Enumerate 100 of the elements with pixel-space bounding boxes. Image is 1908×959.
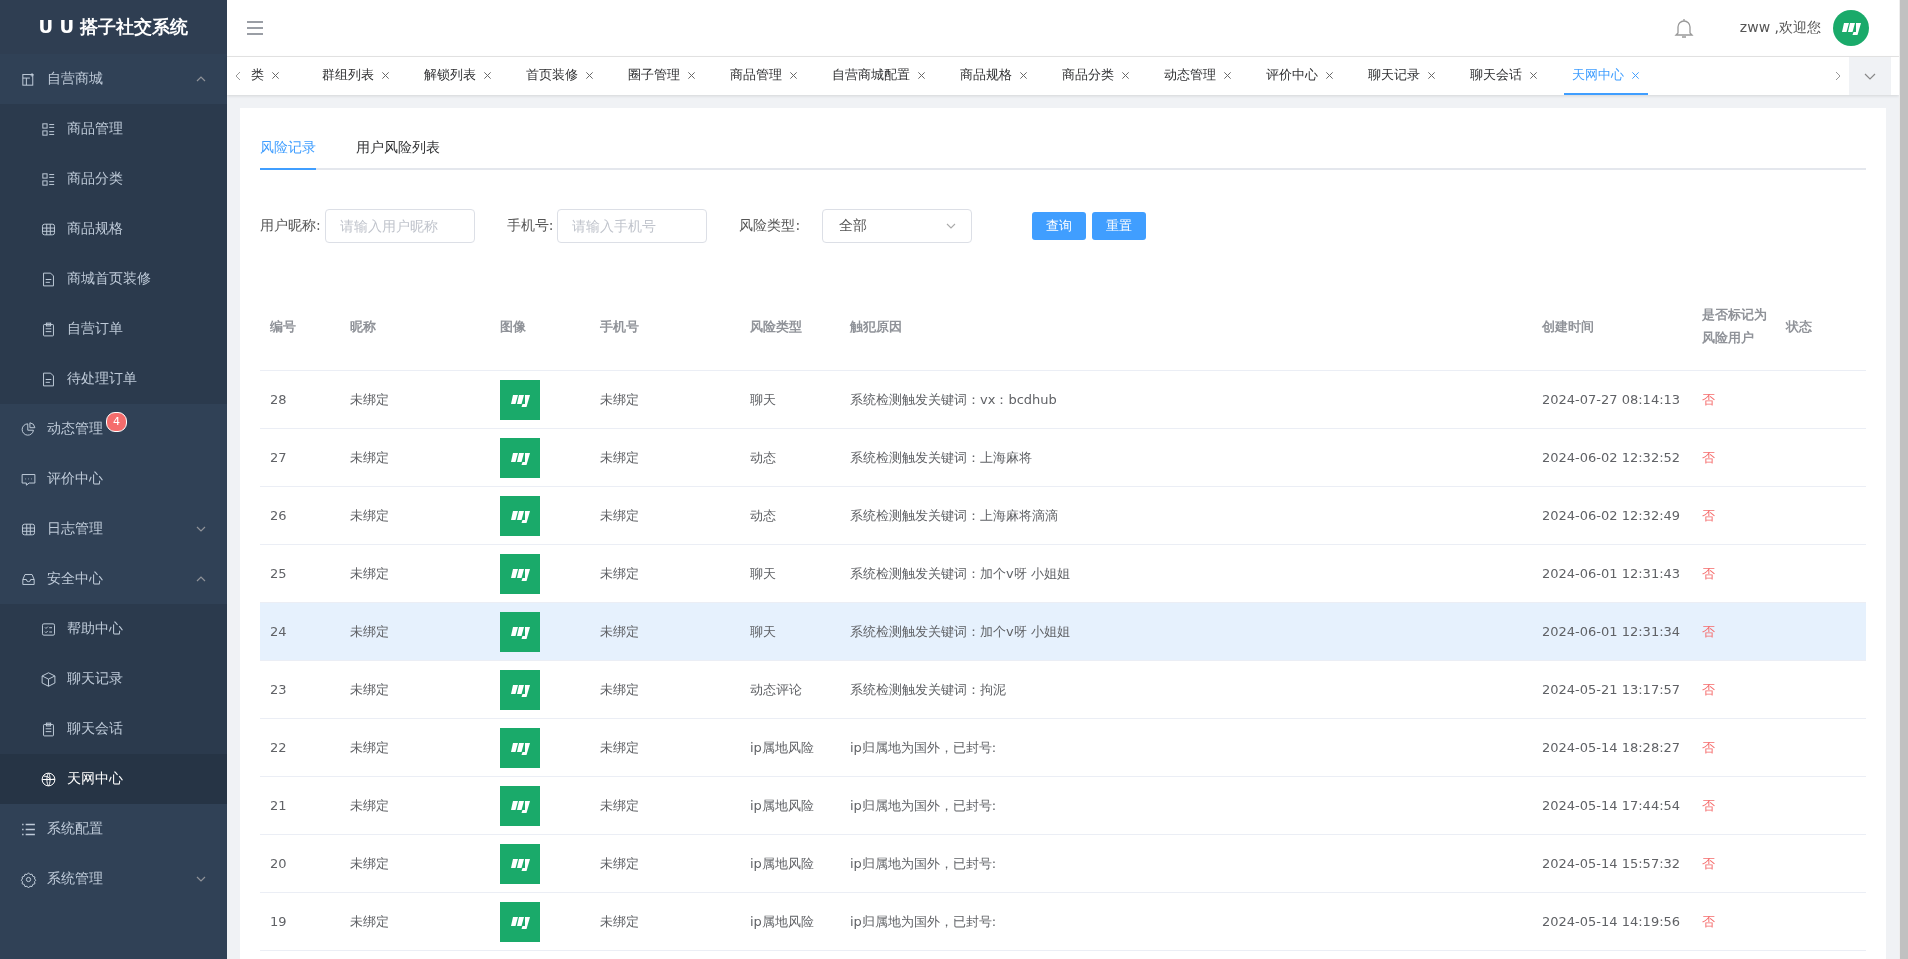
- column-header: 触犯原因: [849, 317, 903, 336]
- select-field[interactable]: 全部: [822, 209, 973, 243]
- table-cell: 未绑定: [600, 913, 639, 929]
- menu-icon[interactable]: [245, 18, 265, 38]
- globe-icon: [40, 770, 57, 788]
- column-header: 创建时间: [1541, 317, 1595, 336]
- sidebar-item[interactable]: 系统配置: [0, 804, 227, 854]
- column-header: 状态: [1784, 317, 1813, 336]
- table-cell: 2024-06-01 12:31:43: [1542, 566, 1681, 581]
- table-cell: 系统检测触发关键词：上海麻将: [850, 449, 1032, 465]
- close-icon[interactable]: [1529, 70, 1538, 80]
- table-cell: 系统检测触发关键词：加个v呀 小姐姐: [850, 623, 1070, 639]
- sidebar-subitem[interactable]: 聊天记录: [0, 654, 227, 704]
- cube-icon: [40, 670, 57, 688]
- welcome-text: zww ,欢迎您: [1739, 19, 1821, 37]
- page-tab[interactable]: 聊天会话: [1462, 57, 1546, 95]
- sidebar-item[interactable]: 安全中心: [0, 554, 227, 604]
- avatar-icon: [500, 379, 540, 420]
- table-cell: 否: [1702, 855, 1715, 871]
- sidebar-subitem[interactable]: 天网中心: [0, 754, 227, 804]
- input-field[interactable]: 请输入手机号: [557, 209, 708, 243]
- table-cell: 未绑定: [600, 449, 639, 465]
- table-cell: 否: [1702, 507, 1715, 523]
- tab[interactable]: 用户风险列表: [356, 128, 440, 170]
- sidebar-subitem[interactable]: 自营订单: [0, 304, 227, 354]
- avatar-icon: [500, 669, 540, 710]
- avatar-icon: [500, 843, 540, 884]
- app-title: U U 搭子社交系统: [0, 0, 227, 54]
- close-icon[interactable]: [1427, 70, 1436, 80]
- table-cell: 未绑定: [600, 565, 639, 581]
- table-cell: ip属地风险: [750, 855, 814, 871]
- table-cell: ip属地风险: [750, 739, 814, 755]
- sidebar-item[interactable]: 评价中心: [0, 454, 227, 504]
- sidebar-subitem[interactable]: 商品管理: [0, 104, 227, 154]
- pie-chart-icon: [20, 420, 37, 438]
- sidebar-subitem[interactable]: 商品分类: [0, 154, 227, 204]
- sidebar-subitem[interactable]: 帮助中心: [0, 604, 227, 654]
- table-cell: 聊天: [750, 391, 776, 407]
- table-cell: ip属地风险: [750, 797, 814, 813]
- avatar-icon: [500, 727, 540, 768]
- close-icon[interactable]: [917, 70, 926, 80]
- page-tab[interactable]: 评价中心: [1258, 57, 1342, 95]
- avatar-icon: [500, 437, 540, 478]
- column-header: 图像: [499, 317, 527, 336]
- count-badge: 4: [106, 412, 127, 432]
- table-cell: ip归属地为国外，已封号:: [850, 855, 997, 871]
- page-tab[interactable]: 类: [249, 57, 288, 95]
- input-field[interactable]: 请输入用户昵称: [324, 209, 475, 243]
- sidebar-subitem[interactable]: 聊天会话: [0, 704, 227, 754]
- sidebar-subitem[interactable]: 待处理订单: [0, 354, 227, 404]
- filter-label: 用户昵称:: [260, 217, 321, 235]
- table-cell: 19: [270, 914, 287, 929]
- page-tab[interactable]: 动态管理: [1156, 57, 1240, 95]
- close-icon[interactable]: [1121, 70, 1130, 80]
- page-tab[interactable]: 聊天记录: [1360, 57, 1444, 95]
- close-icon[interactable]: [1223, 70, 1232, 80]
- close-icon[interactable]: [271, 70, 280, 80]
- sidebar-item[interactable]: 系统管理: [0, 854, 227, 904]
- table-cell: 未绑定: [350, 449, 389, 465]
- sidebar-item[interactable]: 日志管理: [0, 504, 227, 554]
- filter-label: 风险类型:: [739, 217, 801, 235]
- close-icon[interactable]: [1325, 70, 1334, 80]
- table-cell: 未绑定: [350, 797, 389, 813]
- sidebar-item[interactable]: 自营商城: [0, 54, 227, 104]
- page-tab[interactable]: 商品规格: [952, 57, 1036, 95]
- avatar-icon: [500, 495, 540, 536]
- page-tab[interactable]: 自营商城配置: [824, 57, 934, 95]
- page-tab[interactable]: 商品分类: [1054, 57, 1138, 95]
- table-cell: ip归属地为国外，已封号:: [850, 797, 997, 813]
- table-cell: 2024-05-14 17:44:54: [1542, 798, 1681, 813]
- page-tab[interactable]: 圈子管理: [620, 57, 704, 95]
- store-icon: [20, 70, 37, 88]
- close-icon[interactable]: [687, 70, 696, 80]
- close-icon[interactable]: [1631, 70, 1640, 80]
- table-cell: 2024-06-01 12:31:34: [1542, 624, 1681, 639]
- scroll-left-icon[interactable]: [233, 71, 243, 81]
- close-icon[interactable]: [483, 70, 492, 80]
- page-tab[interactable]: 首页装修: [518, 57, 602, 95]
- sidebar-subitem[interactable]: 商品规格: [0, 204, 227, 254]
- column-header: 风险类型: [749, 317, 803, 336]
- page-tab[interactable]: 群组列表: [314, 57, 398, 95]
- table-cell: 否: [1702, 739, 1715, 755]
- table-cell: 22: [270, 740, 287, 755]
- sidebar-item[interactable]: 动态管理 4: [0, 404, 227, 454]
- document-icon: [40, 370, 57, 388]
- table-cell: 系统检测触发关键词：上海麻将滴滴: [850, 507, 1058, 523]
- sidebar-subitem[interactable]: 商城首页装修: [0, 254, 227, 304]
- page-tab[interactable]: 商品管理: [722, 57, 806, 95]
- table-cell: 未绑定: [350, 565, 389, 581]
- avatar-icon: [500, 553, 540, 594]
- table-cell: 未绑定: [600, 739, 639, 755]
- avatar-icon[interactable]: [1833, 10, 1869, 46]
- table-cell: 否: [1702, 623, 1715, 639]
- close-icon[interactable]: [1019, 70, 1028, 80]
- scroll-right-icon[interactable]: [1833, 71, 1843, 81]
- close-icon[interactable]: [381, 70, 390, 80]
- close-icon[interactable]: [585, 70, 594, 80]
- page-tab[interactable]: 解锁列表: [416, 57, 500, 95]
- table-row[interactable]: 24 未绑定 未绑定 聊天 系统检测触发关键词：加个v呀 小姐姐 2024-06-01 12:31:34 否: [260, 603, 1866, 661]
- close-icon[interactable]: [789, 70, 798, 80]
